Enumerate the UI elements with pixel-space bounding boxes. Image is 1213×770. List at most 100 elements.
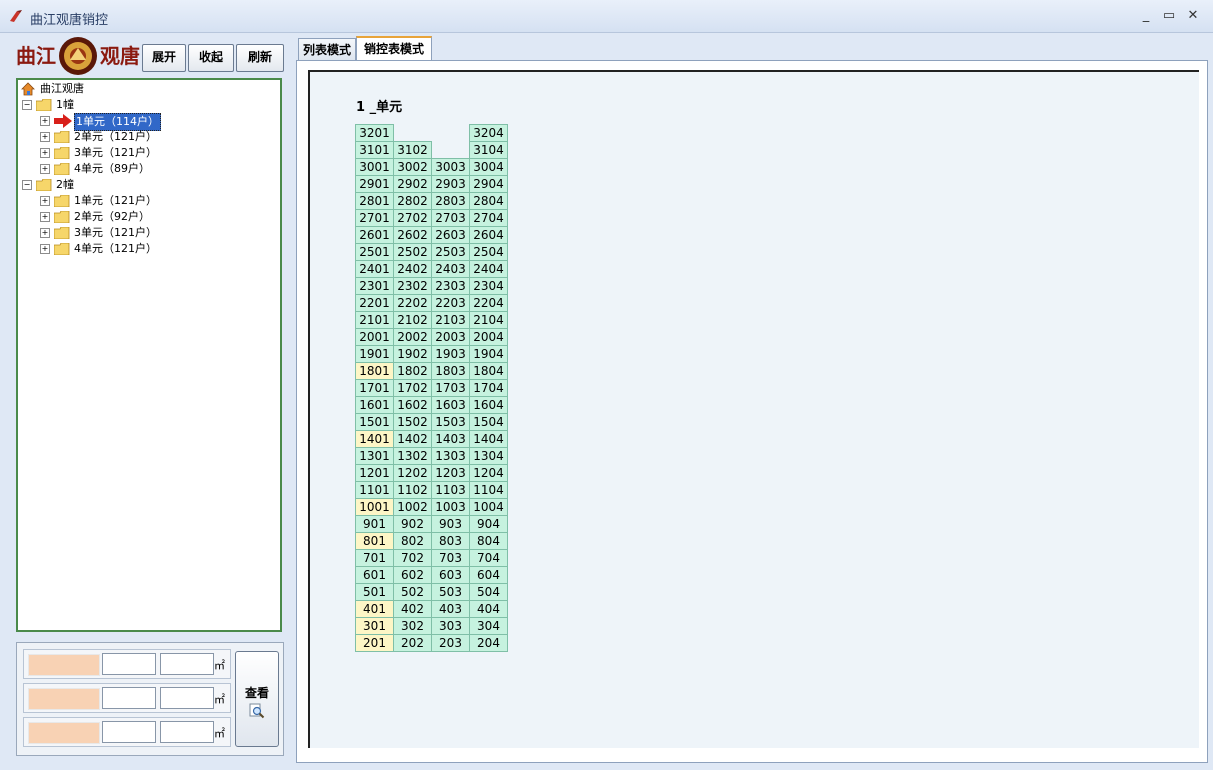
room-cell[interactable]: 604	[469, 566, 508, 584]
room-cell[interactable]: 1503	[431, 413, 470, 431]
expand-node-icon[interactable]: +	[40, 244, 50, 254]
minimize-icon[interactable]: _	[1137, 8, 1155, 24]
room-cell[interactable]: 3102	[393, 141, 432, 159]
room-cell[interactable]: 1504	[469, 413, 508, 431]
room-cell[interactable]: 503	[431, 583, 470, 601]
room-cell[interactable]: 2403	[431, 260, 470, 278]
room-cell[interactable]: 401	[355, 600, 394, 618]
room-cell[interactable]: 804	[469, 532, 508, 550]
room-cell[interactable]: 802	[393, 532, 432, 550]
room-cell[interactable]: 801	[355, 532, 394, 550]
room-cell[interactable]: 2402	[393, 260, 432, 278]
expand-node-icon[interactable]: +	[40, 212, 50, 222]
room-cell[interactable]: 2504	[469, 243, 508, 261]
room-cell[interactable]: 2104	[469, 311, 508, 329]
room-cell[interactable]: 2501	[355, 243, 394, 261]
filter-type-select[interactable]	[28, 688, 100, 710]
room-cell[interactable]: 1603	[431, 396, 470, 414]
room-cell[interactable]: 3201	[355, 124, 394, 142]
room-cell[interactable]: 603	[431, 566, 470, 584]
room-cell[interactable]: 1302	[393, 447, 432, 465]
room-cell[interactable]: 2202	[393, 294, 432, 312]
room-cell[interactable]: 1602	[393, 396, 432, 414]
room-cell[interactable]: 504	[469, 583, 508, 601]
expand-node-icon[interactable]: +	[40, 164, 50, 174]
room-cell[interactable]: 1402	[393, 430, 432, 448]
room-cell[interactable]: 1301	[355, 447, 394, 465]
room-cell[interactable]: 1401	[355, 430, 394, 448]
room-cell[interactable]: 1304	[469, 447, 508, 465]
expand-node-icon[interactable]: +	[40, 228, 50, 238]
collapse-node-icon[interactable]: −	[22, 180, 32, 190]
room-cell[interactable]: 1501	[355, 413, 394, 431]
room-cell[interactable]: 1202	[393, 464, 432, 482]
room-cell[interactable]: 1003	[431, 498, 470, 516]
room-cell[interactable]: 2503	[431, 243, 470, 261]
room-cell[interactable]: 904	[469, 515, 508, 533]
room-cell[interactable]: 1204	[469, 464, 508, 482]
room-cell[interactable]: 201	[355, 634, 394, 652]
room-cell[interactable]: 304	[469, 617, 508, 635]
room-cell[interactable]: 1702	[393, 379, 432, 397]
room-cell[interactable]: 2304	[469, 277, 508, 295]
refresh-button[interactable]: 刷新	[236, 44, 284, 72]
room-cell[interactable]: 2003	[431, 328, 470, 346]
room-cell[interactable]: 2303	[431, 277, 470, 295]
room-cell[interactable]: 1103	[431, 481, 470, 499]
room-cell[interactable]: 204	[469, 634, 508, 652]
expand-button[interactable]: 展开	[142, 44, 186, 72]
room-cell[interactable]: 2102	[393, 311, 432, 329]
room-cell[interactable]: 1104	[469, 481, 508, 499]
room-cell[interactable]: 2004	[469, 328, 508, 346]
room-cell[interactable]: 3003	[431, 158, 470, 176]
room-cell[interactable]: 903	[431, 515, 470, 533]
room-cell[interactable]: 1201	[355, 464, 394, 482]
room-cell[interactable]: 1802	[393, 362, 432, 380]
room-cell[interactable]: 501	[355, 583, 394, 601]
room-cell[interactable]: 2604	[469, 226, 508, 244]
area-max-input[interactable]	[160, 721, 214, 743]
expand-node-icon[interactable]: +	[40, 116, 50, 126]
room-cell[interactable]: 702	[393, 549, 432, 567]
room-cell[interactable]: 602	[393, 566, 432, 584]
room-cell[interactable]: 2704	[469, 209, 508, 227]
room-cell[interactable]: 701	[355, 549, 394, 567]
room-cell[interactable]: 2301	[355, 277, 394, 295]
room-cell[interactable]: 1303	[431, 447, 470, 465]
room-cell[interactable]: 2602	[393, 226, 432, 244]
collapse-node-icon[interactable]: −	[22, 100, 32, 110]
room-cell[interactable]: 902	[393, 515, 432, 533]
room-cell[interactable]: 1203	[431, 464, 470, 482]
room-cell[interactable]: 2803	[431, 192, 470, 210]
room-cell[interactable]: 403	[431, 600, 470, 618]
room-cell[interactable]: 1704	[469, 379, 508, 397]
room-cell[interactable]: 2404	[469, 260, 508, 278]
expand-node-icon[interactable]: +	[40, 132, 50, 142]
room-cell[interactable]: 2302	[393, 277, 432, 295]
room-cell[interactable]: 302	[393, 617, 432, 635]
room-cell[interactable]: 1801	[355, 362, 394, 380]
room-cell[interactable]: 202	[393, 634, 432, 652]
room-cell[interactable]: 1901	[355, 345, 394, 363]
building-tree[interactable]: 曲江观唐 − 1幢 + 1单元（114户） + 2单元（121户） + 3单元（…	[16, 78, 282, 632]
room-cell[interactable]: 2703	[431, 209, 470, 227]
room-cell[interactable]: 2804	[469, 192, 508, 210]
room-cell[interactable]: 1904	[469, 345, 508, 363]
room-cell[interactable]: 2001	[355, 328, 394, 346]
room-cell[interactable]: 2203	[431, 294, 470, 312]
collapse-button[interactable]: 收起	[188, 44, 234, 72]
room-cell[interactable]: 1001	[355, 498, 394, 516]
room-cell[interactable]: 2903	[431, 175, 470, 193]
room-cell[interactable]: 2201	[355, 294, 394, 312]
room-cell[interactable]: 1004	[469, 498, 508, 516]
room-cell[interactable]: 2701	[355, 209, 394, 227]
room-cell[interactable]: 1101	[355, 481, 394, 499]
area-min-input[interactable]	[102, 721, 156, 743]
room-cell[interactable]: 901	[355, 515, 394, 533]
filter-type-select[interactable]	[28, 722, 100, 744]
room-cell[interactable]: 1403	[431, 430, 470, 448]
room-cell[interactable]: 2801	[355, 192, 394, 210]
room-cell[interactable]: 1601	[355, 396, 394, 414]
room-cell[interactable]: 2901	[355, 175, 394, 193]
room-cell[interactable]: 1604	[469, 396, 508, 414]
